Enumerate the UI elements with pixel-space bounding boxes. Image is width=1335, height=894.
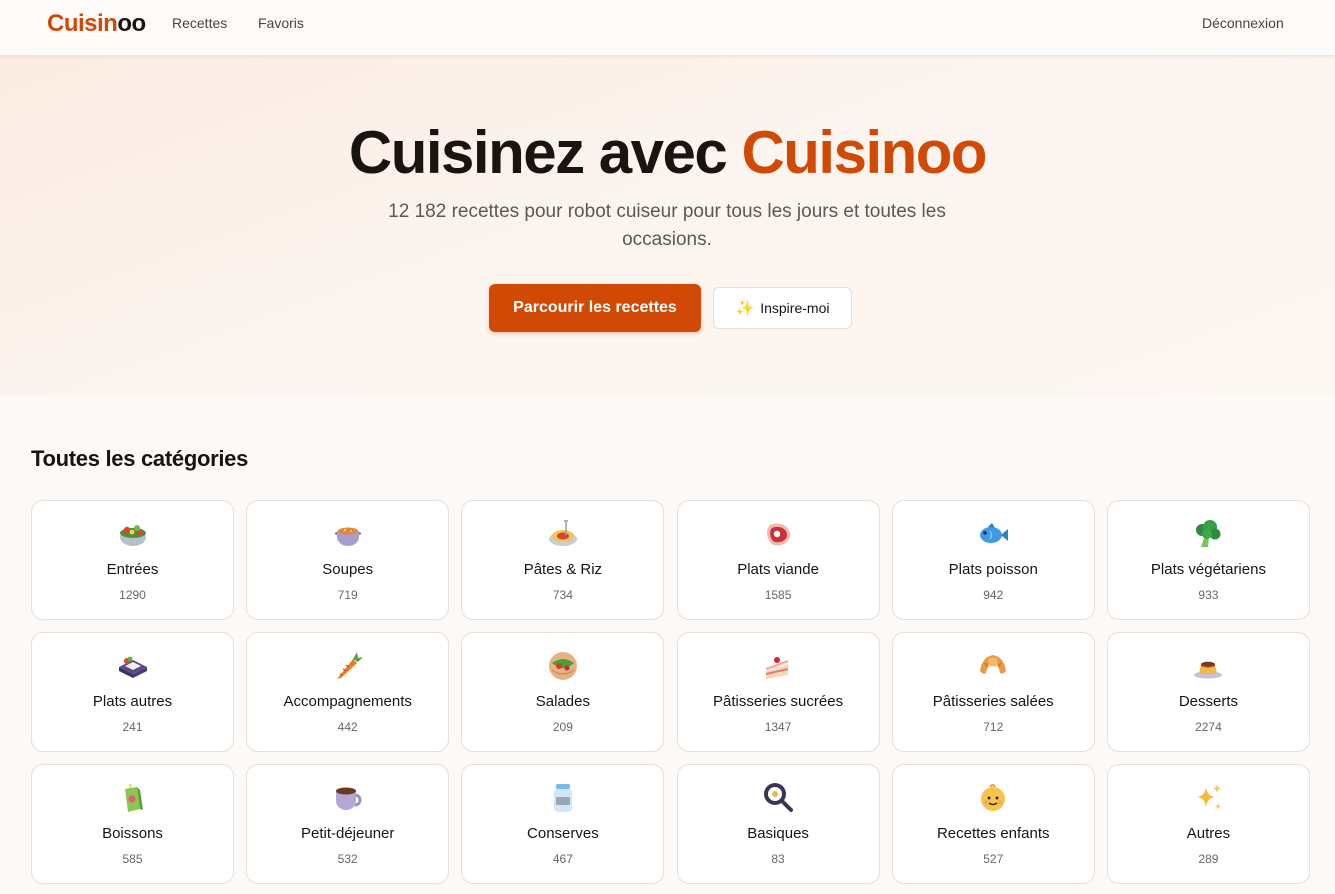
category-count: 1290 (119, 588, 146, 602)
sparkles-icon: ✨ (735, 300, 755, 317)
category-name: Entrées (106, 561, 159, 578)
broccoli-icon (1108, 517, 1309, 551)
category-card-conserves[interactable]: Conserves 467 (461, 764, 665, 884)
logo-part-2: oo (117, 10, 146, 37)
browse-recipes-button[interactable]: Parcourir les recettes (489, 284, 701, 332)
category-card-plats-poisson[interactable]: Plats poisson 942 (891, 500, 1095, 620)
category-count: 442 (337, 720, 358, 734)
category-card-salades[interactable]: Salades 209 (461, 632, 665, 752)
jar-icon (462, 781, 663, 815)
soup-pot-icon (247, 517, 448, 551)
category-card-plats-autres[interactable]: Plats autres 241 (31, 632, 234, 752)
category-card-soupes[interactable]: Soupes 719 (246, 500, 450, 620)
logo[interactable]: Cuisinoo (47, 10, 146, 38)
category-card-desserts[interactable]: Desserts 2274 (1106, 632, 1310, 752)
croissant-icon (893, 649, 1094, 683)
category-count: 1347 (764, 720, 792, 734)
category-card-autres[interactable]: Autres 289 (1106, 764, 1310, 884)
category-card-petit-dejeuner[interactable]: Petit-déjeuner 532 (246, 764, 450, 884)
nav-link-recettes[interactable]: Recettes (172, 15, 227, 31)
category-count: 83 (771, 852, 785, 866)
cake-slice-icon (678, 649, 879, 683)
category-count: 532 (337, 852, 358, 866)
category-name: Autres (1186, 825, 1231, 842)
categories-grid: Entrées 1290 Soupes 719 Pâtes & Riz 734 … (31, 500, 1310, 884)
category-name: Basiques (747, 825, 809, 842)
top-nav: Cuisinoo Recettes Favoris Déconnexion (0, 0, 1335, 56)
logout-link[interactable]: Déconnexion (1202, 15, 1284, 31)
category-name: Soupes (322, 561, 374, 578)
category-name: Desserts (1178, 693, 1239, 710)
categories-title: Toutes les catégories (31, 446, 249, 471)
category-card-patisseries-salees[interactable]: Pâtisseries salées 712 (891, 632, 1095, 752)
category-count: 719 (337, 588, 358, 602)
bento-icon (32, 649, 233, 683)
category-name: Plats viande (737, 561, 819, 578)
category-name: Pâtisseries salées (932, 693, 1054, 710)
category-count: 2274 (1195, 720, 1222, 734)
category-name: Recettes enfants (936, 825, 1050, 842)
category-count: 734 (552, 588, 573, 602)
category-name: Pâtisseries sucrées (713, 693, 844, 710)
falafel-icon (462, 649, 663, 683)
category-name: Conserves (527, 825, 599, 842)
category-count: 209 (552, 720, 573, 734)
category-count: 942 (983, 588, 1004, 602)
category-count: 933 (1198, 588, 1219, 602)
category-count: 712 (983, 720, 1004, 734)
category-card-boissons[interactable]: Boissons 585 (31, 764, 234, 884)
category-name: Accompagnements (283, 693, 412, 710)
carrot-icon (247, 649, 448, 683)
baby-icon (893, 781, 1094, 815)
category-card-basiques[interactable]: Basiques 83 (676, 764, 880, 884)
juice-box-icon (32, 781, 233, 815)
category-count: 527 (983, 852, 1004, 866)
category-name: Pâtes & Riz (523, 561, 603, 578)
hero-title-accent: Cuisinoo (741, 119, 987, 186)
coffee-cup-icon (247, 781, 448, 815)
category-card-entrees[interactable]: Entrées 1290 (31, 500, 234, 620)
meat-icon (678, 517, 879, 551)
category-card-recettes-enfants[interactable]: Recettes enfants 527 (891, 764, 1095, 884)
category-card-plats-vegetariens[interactable]: Plats végétariens 933 (1106, 500, 1310, 620)
hero-subtitle: 12 182 recettes pour robot cuiseur pour … (388, 201, 946, 250)
hero-section: Cuisinez avec Cuisinoo 12 182 recettes p… (0, 56, 1335, 396)
category-name: Petit-déjeuner (300, 825, 395, 842)
category-card-pates-riz[interactable]: Pâtes & Riz 734 (461, 500, 665, 620)
inspire-me-button[interactable]: ✨ Inspire-moi (713, 287, 852, 329)
fish-icon (893, 517, 1094, 551)
hero-title: Cuisinez avec Cuisinoo (0, 118, 1335, 188)
spaghetti-icon (462, 517, 663, 551)
category-count: 289 (1198, 852, 1219, 866)
sparkles-icon (1108, 781, 1309, 815)
category-name: Salades (535, 693, 590, 710)
category-name: Boissons (102, 825, 163, 842)
category-card-accompagnements[interactable]: Accompagnements 442 (246, 632, 450, 752)
category-name: Plats végétariens (1150, 561, 1266, 578)
salad-bowl-icon (32, 517, 233, 551)
category-count: 585 (122, 852, 143, 866)
hero-title-text: Cuisinez avec (348, 119, 742, 186)
category-count: 241 (122, 720, 143, 734)
nav-link-favoris[interactable]: Favoris (258, 15, 304, 31)
logo-part-1: Cuisin (47, 10, 118, 37)
category-card-patisseries-sucrees[interactable]: Pâtisseries sucrées 1347 (676, 632, 880, 752)
flan-icon (1108, 649, 1309, 683)
category-card-plats-viande[interactable]: Plats viande 1585 (676, 500, 880, 620)
inspire-me-label: Inspire-moi (760, 300, 830, 316)
category-name: Plats autres (92, 693, 173, 710)
category-count: 1585 (764, 588, 792, 602)
category-name: Plats poisson (948, 561, 1038, 578)
frying-pan-icon (678, 781, 879, 815)
category-count: 467 (552, 852, 573, 866)
